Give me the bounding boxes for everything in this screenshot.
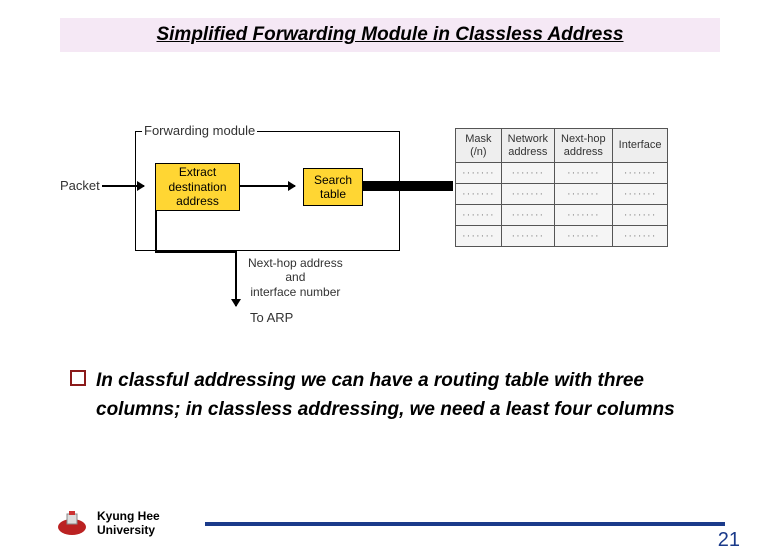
col-mask: Mask (/n): [456, 129, 502, 163]
forwarding-diagram: Packet Forwarding module Extract destina…: [60, 123, 715, 313]
col-nexthop: Next-hop address: [555, 129, 613, 163]
thick-connector: [363, 181, 453, 191]
university-logo-icon: [55, 511, 89, 537]
col-interface: Interface: [612, 129, 668, 163]
university-name: Kyung Hee University: [97, 510, 187, 538]
slide-footer: Kyung Hee University: [55, 510, 735, 538]
packet-label: Packet: [60, 178, 100, 193]
arrow-extract-to-search: [240, 185, 295, 187]
nexthop-label: Next-hop address and interface number: [248, 256, 343, 299]
table-row: ····························: [456, 226, 668, 247]
bullet-text: In classful addressing we can have a rou…: [96, 366, 710, 425]
page-number: 21: [718, 529, 740, 552]
to-arp-label: To ARP: [250, 310, 293, 325]
arrow-to-arp: [235, 251, 237, 306]
search-table-box: Search table: [303, 168, 363, 206]
arp-vertical-stub: [155, 211, 157, 251]
bullet-paragraph: In classful addressing we can have a rou…: [70, 366, 710, 425]
forwarding-module-label: Forwarding module: [142, 123, 257, 138]
table-row: ····························: [456, 163, 668, 184]
bullet-square-icon: [70, 370, 86, 386]
table-row: ····························: [456, 205, 668, 226]
table-row: ····························: [456, 184, 668, 205]
slide-title: Simplified Forwarding Module in Classles…: [156, 24, 623, 45]
routing-table: Mask (/n) Network address Next-hop addre…: [455, 128, 668, 247]
col-network: Network address: [501, 129, 554, 163]
footer-divider: [205, 522, 725, 526]
extract-destination-box: Extract destination address: [155, 163, 240, 211]
slide-title-bar: Simplified Forwarding Module in Classles…: [60, 18, 720, 52]
arp-horizontal-line: [155, 251, 237, 253]
